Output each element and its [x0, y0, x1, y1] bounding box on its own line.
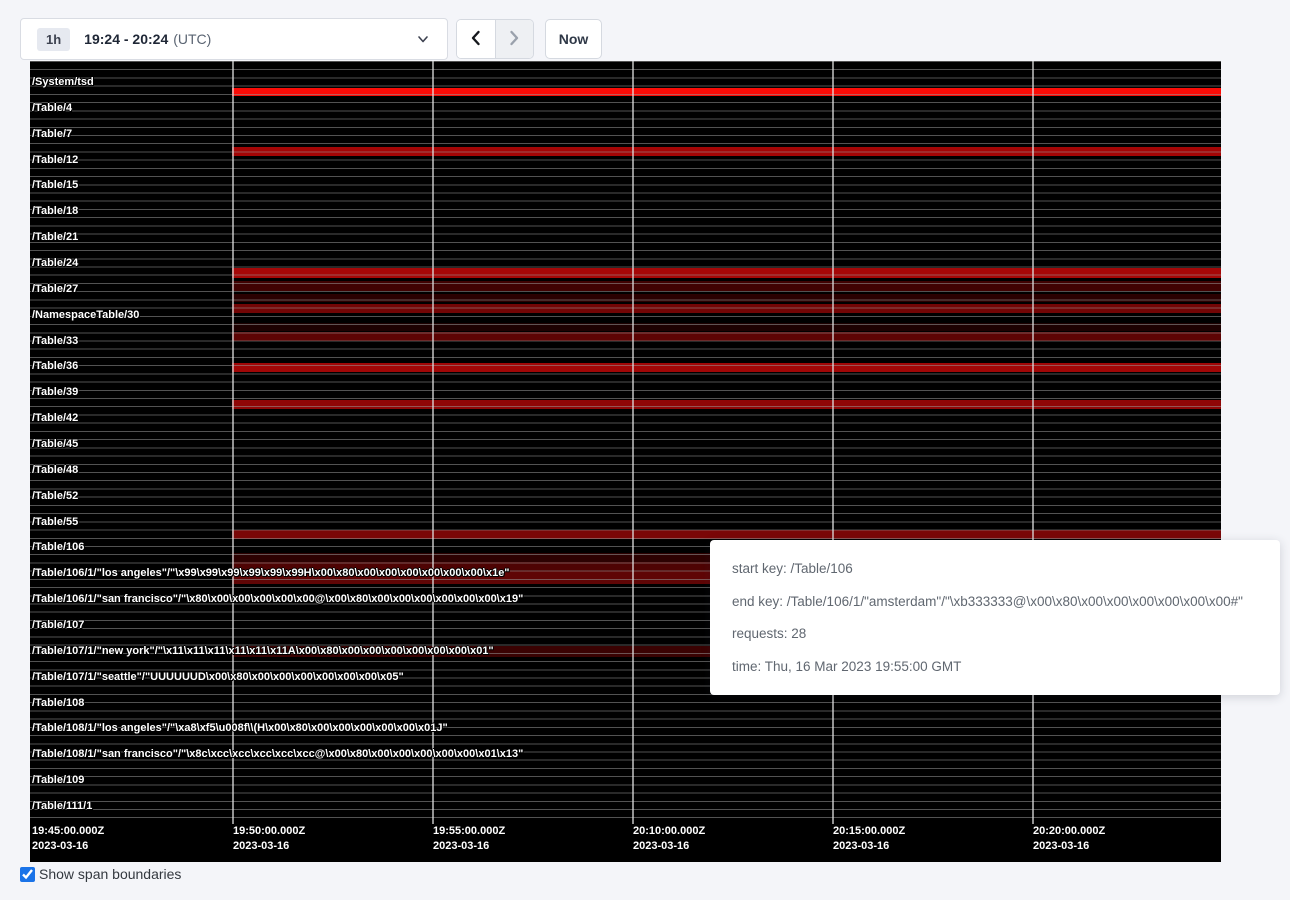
x-axis-tick: 19:50:00.000Z2023-03-16	[233, 824, 305, 854]
heat-band[interactable]	[232, 332, 1221, 341]
show-span-boundaries-checkbox[interactable]	[20, 867, 35, 882]
heat-band[interactable]	[232, 304, 1221, 313]
span-row-label: /Table/55	[32, 516, 78, 528]
span-boundary-lines	[30, 61, 1221, 825]
heat-band[interactable]	[232, 88, 1221, 96]
tooltip-end-key: end key: /Table/106/1/"amsterdam"/"\xb33…	[732, 594, 1258, 609]
prev-range-button[interactable]	[457, 20, 496, 58]
span-row-label: /Table/106/1/"san francisco"/"\x80\x00\x…	[32, 593, 523, 605]
x-axis-tick: 20:20:00.000Z2023-03-16	[1033, 824, 1105, 854]
span-row-label: /Table/48	[32, 464, 78, 476]
span-row-label: /Table/36	[32, 360, 78, 372]
time-range-selector[interactable]: 1h 19:24 - 20:24 (UTC)	[20, 18, 448, 60]
span-row-label: /Table/24	[32, 257, 78, 269]
heat-band[interactable]	[232, 147, 1221, 156]
tick-date: 2023-03-16	[1033, 839, 1105, 854]
tick-date: 2023-03-16	[833, 839, 905, 854]
x-axis-tick: 19:45:00.000Z2023-03-16	[32, 824, 104, 854]
tick-time: 20:15:00.000Z	[833, 824, 905, 839]
x-axis-tick: 20:15:00.000Z2023-03-16	[833, 824, 905, 854]
show-span-boundaries-row[interactable]: Show span boundaries	[20, 866, 181, 882]
tick-date: 2023-03-16	[233, 839, 305, 854]
span-row-label: /Table/107/1/"new york"/"\x11\x11\x11\x1…	[32, 645, 494, 657]
tooltip-requests: requests: 28	[732, 626, 1258, 641]
tick-date: 2023-03-16	[633, 839, 705, 854]
heat-band[interactable]	[232, 363, 1221, 372]
span-row-label: /Table/33	[32, 335, 78, 347]
span-row-label: /Table/27	[32, 283, 78, 295]
chevron-left-icon	[469, 30, 483, 49]
span-row-label: /Table/111/1	[32, 800, 92, 812]
tooltip-time: time: Thu, 16 Mar 2023 19:55:00 GMT	[732, 659, 1258, 674]
heat-band[interactable]	[232, 400, 1221, 409]
span-row-label: /System/tsd	[32, 76, 94, 88]
time-gridline	[1032, 61, 1034, 824]
span-row-label: /Table/4	[32, 102, 72, 114]
time-range-label: 19:24 - 20:24	[84, 31, 168, 47]
key-visualizer-canvas[interactable]: /System/tsd/Table/4/Table/7/Table/12/Tab…	[30, 61, 1221, 862]
chevron-down-icon	[417, 32, 429, 44]
span-row-label: /Table/39	[32, 386, 78, 398]
span-row-label: /Table/106	[32, 541, 84, 553]
span-tooltip: start key: /Table/106 end key: /Table/10…	[710, 540, 1280, 695]
span-row-label: /Table/42	[32, 412, 78, 424]
tick-time: 20:10:00.000Z	[633, 824, 705, 839]
x-axis-tick: 19:55:00.000Z2023-03-16	[433, 824, 505, 854]
span-row-label: /Table/107/1/"seattle"/"UUUUUUD\x00\x80\…	[32, 671, 404, 683]
span-row-label: /Table/106/1/"los angeles"/"\x99\x99\x99…	[32, 567, 510, 579]
span-row-label: /Table/52	[32, 490, 78, 502]
tick-time: 19:55:00.000Z	[433, 824, 505, 839]
span-row-label: /Table/15	[32, 179, 78, 191]
tick-date: 2023-03-16	[32, 839, 104, 854]
span-row-label: /Table/108/1/"san francisco"/"\x8c\xcc\x…	[32, 748, 523, 760]
span-row-label: /Table/21	[32, 231, 78, 243]
span-row-label: /Table/12	[32, 154, 78, 166]
span-row-label: /Table/107	[32, 619, 84, 631]
x-axis-tick: 20:10:00.000Z2023-03-16	[633, 824, 705, 854]
heat-band[interactable]	[232, 323, 1221, 331]
show-span-boundaries-label: Show span boundaries	[39, 866, 181, 882]
tick-time: 19:45:00.000Z	[32, 824, 104, 839]
time-gridline	[832, 61, 834, 824]
time-range-duration-badge: 1h	[37, 28, 70, 51]
time-range-timezone: (UTC)	[173, 31, 211, 47]
heat-band[interactable]	[232, 268, 1221, 278]
span-row-label: /NamespaceTable/30	[32, 309, 139, 321]
next-range-button[interactable]	[496, 20, 534, 58]
span-row-label: /Table/108/1/"los angeles"/"\xa8\xf5\u00…	[32, 722, 448, 734]
now-button[interactable]: Now	[545, 19, 602, 59]
tick-time: 20:20:00.000Z	[1033, 824, 1105, 839]
time-range-nav-group	[456, 19, 534, 59]
heat-band[interactable]	[232, 281, 1221, 291]
time-gridline	[632, 61, 634, 824]
span-row-label: /Table/108	[32, 697, 84, 709]
span-row-label: /Table/7	[32, 128, 72, 140]
tick-time: 19:50:00.000Z	[233, 824, 305, 839]
heat-band[interactable]	[232, 530, 1221, 539]
chevron-right-icon	[507, 30, 521, 49]
time-gridline	[232, 61, 234, 824]
tick-date: 2023-03-16	[433, 839, 505, 854]
span-row-label: /Table/109	[32, 774, 84, 786]
time-gridline	[432, 61, 434, 824]
tooltip-start-key: start key: /Table/106	[732, 561, 1258, 576]
span-row-label: /Table/45	[32, 438, 78, 450]
span-row-label: /Table/18	[32, 205, 78, 217]
heat-band[interactable]	[232, 294, 1221, 302]
